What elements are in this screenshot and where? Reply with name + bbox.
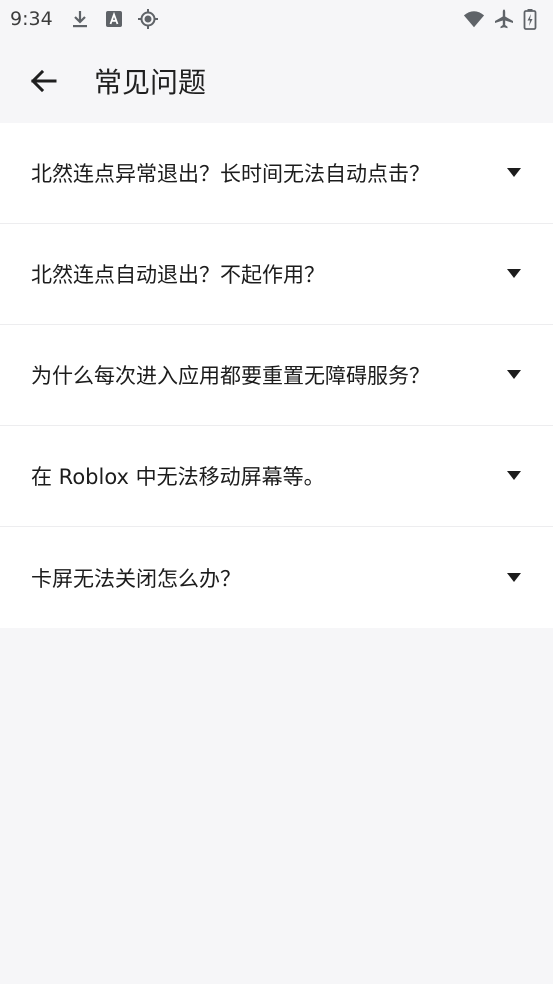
triangle-down-icon[interactable] xyxy=(507,571,521,585)
faq-question: 北然连点自动退出？不起作用？ xyxy=(31,263,325,287)
faq-item[interactable]: 卡屏无法关闭怎么办？ xyxy=(0,527,553,628)
page-title: 常见问题 xyxy=(94,65,207,99)
faq-item[interactable]: 在 Roblox 中无法移动屏幕等。 xyxy=(0,426,553,527)
status-time: 9:34 xyxy=(10,8,53,30)
arrow-left-icon xyxy=(30,69,57,92)
faq-question: 在 Roblox 中无法移动屏幕等。 xyxy=(31,465,325,489)
faq-item[interactable]: 北然连点自动退出？不起作用？ xyxy=(0,224,553,325)
download-icon xyxy=(69,8,91,30)
wifi-icon xyxy=(463,8,485,30)
faq-question: 卡屏无法关闭怎么办？ xyxy=(31,566,241,591)
airplane-mode-icon xyxy=(493,8,515,30)
status-bar: 9:34 xyxy=(0,0,553,38)
location-target-icon xyxy=(137,8,159,30)
app-bar: 常见问题 xyxy=(0,38,553,123)
triangle-down-icon[interactable] xyxy=(507,267,521,281)
back-button[interactable] xyxy=(23,61,63,101)
faq-item[interactable]: 北然连点异常退出？长时间无法自动点击？ xyxy=(0,123,553,224)
triangle-down-icon[interactable] xyxy=(507,469,521,483)
faq-item[interactable]: 为什么每次进入应用都要重置无障碍服务？ xyxy=(0,325,553,426)
battery-charging-icon xyxy=(523,8,537,30)
faq-question: 北然连点异常退出？长时间无法自动点击？ xyxy=(31,162,430,186)
triangle-down-icon[interactable] xyxy=(507,166,521,180)
faq-list: 北然连点异常退出？长时间无法自动点击？ 北然连点自动退出？不起作用？ 为什么每次… xyxy=(0,123,553,628)
status-left: 9:34 xyxy=(0,8,171,30)
faq-question: 为什么每次进入应用都要重置无障碍服务？ xyxy=(31,364,430,388)
status-right xyxy=(463,8,553,30)
font-app-icon xyxy=(103,8,125,30)
triangle-down-icon[interactable] xyxy=(507,368,521,382)
